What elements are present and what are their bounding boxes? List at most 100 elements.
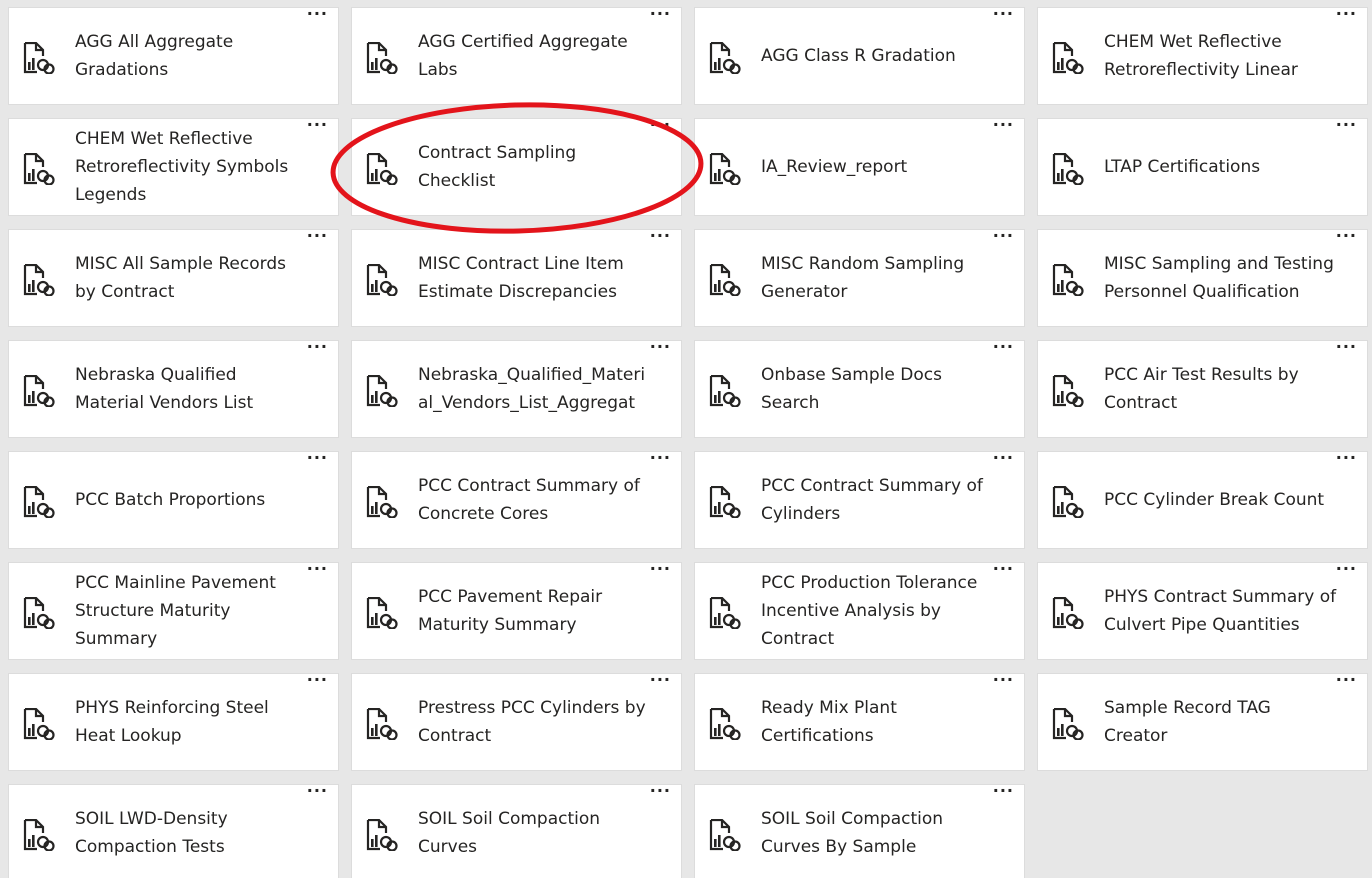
report-document-icon bbox=[23, 486, 57, 518]
report-tile[interactable]: Nebraska_Qualified_Materi al_Vendors_Lis… bbox=[351, 340, 682, 438]
report-tile[interactable]: PHYS Reinforcing Steel Heat Lookup ··· bbox=[8, 673, 339, 771]
report-title: PHYS Reinforcing Steel Heat Lookup bbox=[75, 698, 269, 746]
report-title: Ready Mix Plant Certifications bbox=[761, 698, 897, 746]
report-tile[interactable]: Prestress PCC Cylinders by Contract ··· bbox=[351, 673, 682, 771]
report-tile[interactable]: PCC Air Test Results by Contract ··· bbox=[1037, 340, 1368, 438]
report-tile[interactable]: CHEM Wet Reflective Retroreflectivity Li… bbox=[1037, 7, 1368, 105]
report-document-icon bbox=[366, 375, 400, 407]
report-title: PCC Production Tolerance Incentive Analy… bbox=[761, 573, 978, 649]
more-options-button[interactable]: ··· bbox=[993, 341, 1014, 359]
report-document-icon bbox=[366, 264, 400, 296]
more-options-button[interactable]: ··· bbox=[1336, 119, 1357, 137]
report-document-icon bbox=[709, 42, 743, 74]
report-document-icon bbox=[709, 597, 743, 629]
more-options-button[interactable]: ··· bbox=[307, 119, 328, 137]
more-options-button[interactable]: ··· bbox=[993, 230, 1014, 248]
report-tile[interactable]: MISC All Sample Records by Contract ··· bbox=[8, 229, 339, 327]
more-options-button[interactable]: ··· bbox=[650, 230, 671, 248]
report-title: PCC Contract Summary of Cylinders bbox=[761, 476, 983, 524]
more-options-button[interactable]: ··· bbox=[307, 452, 328, 470]
report-tile[interactable]: MISC Random Sampling Generator ··· bbox=[694, 229, 1025, 327]
more-options-button[interactable]: ··· bbox=[1336, 452, 1357, 470]
report-tile-grid: AGG All Aggregate Gradations ··· AGG Cer… bbox=[0, 0, 1372, 878]
more-options-button[interactable]: ··· bbox=[307, 674, 328, 692]
more-options-button[interactable]: ··· bbox=[1336, 341, 1357, 359]
more-options-button[interactable]: ··· bbox=[993, 674, 1014, 692]
report-document-icon bbox=[23, 819, 57, 851]
report-document-icon bbox=[366, 597, 400, 629]
report-tile[interactable]: SOIL LWD-Density Compaction Tests ··· bbox=[8, 784, 339, 878]
report-document-icon bbox=[1052, 708, 1086, 740]
report-tile[interactable]: PCC Contract Summary of Cylinders ··· bbox=[694, 451, 1025, 549]
report-title: MISC Random Sampling Generator bbox=[761, 254, 965, 302]
report-tile[interactable]: Nebraska Qualified Material Vendors List… bbox=[8, 340, 339, 438]
report-title: PCC Batch Proportions bbox=[75, 490, 266, 510]
more-options-button[interactable]: ··· bbox=[650, 119, 671, 137]
report-document-icon bbox=[709, 708, 743, 740]
report-tile[interactable]: PCC Cylinder Break Count ··· bbox=[1037, 451, 1368, 549]
more-options-button[interactable]: ··· bbox=[993, 119, 1014, 137]
report-tile[interactable]: PCC Pavement Repair Maturity Summary ··· bbox=[351, 562, 682, 660]
more-options-button[interactable]: ··· bbox=[650, 341, 671, 359]
more-options-button[interactable]: ··· bbox=[1336, 8, 1357, 26]
more-options-button[interactable]: ··· bbox=[993, 563, 1014, 581]
report-tile[interactable]: Sample Record TAG Creator ··· bbox=[1037, 673, 1368, 771]
more-options-button[interactable]: ··· bbox=[650, 563, 671, 581]
report-tile[interactable]: PCC Production Tolerance Incentive Analy… bbox=[694, 562, 1025, 660]
more-options-button[interactable]: ··· bbox=[993, 8, 1014, 26]
more-options-button[interactable]: ··· bbox=[1336, 230, 1357, 248]
report-tile[interactable]: AGG Certified Aggregate Labs ··· bbox=[351, 7, 682, 105]
report-tile[interactable]: CHEM Wet Reflective Retroreflectivity Sy… bbox=[8, 118, 339, 216]
report-tile[interactable]: SOIL Soil Compaction Curves By Sample ··… bbox=[694, 784, 1025, 878]
report-title: Nebraska_Qualified_Materi al_Vendors_Lis… bbox=[418, 365, 646, 413]
report-document-icon bbox=[23, 597, 57, 629]
more-options-button[interactable]: ··· bbox=[650, 674, 671, 692]
more-options-button[interactable]: ··· bbox=[650, 785, 671, 803]
report-tile[interactable]: AGG Class R Gradation ··· bbox=[694, 7, 1025, 105]
more-options-button[interactable]: ··· bbox=[650, 452, 671, 470]
more-options-button[interactable]: ··· bbox=[307, 8, 328, 26]
report-title: PCC Pavement Repair Maturity Summary bbox=[418, 587, 603, 635]
report-tile[interactable]: PCC Mainline Pavement Structure Maturity… bbox=[8, 562, 339, 660]
report-title: IA_Review_report bbox=[761, 157, 908, 177]
report-title: CHEM Wet Reflective Retroreflectivity Li… bbox=[1104, 32, 1298, 80]
more-options-button[interactable]: ··· bbox=[1336, 563, 1357, 581]
report-document-icon bbox=[1052, 264, 1086, 296]
report-tile[interactable]: AGG All Aggregate Gradations ··· bbox=[8, 7, 339, 105]
more-options-button[interactable]: ··· bbox=[1336, 674, 1357, 692]
more-options-button[interactable]: ··· bbox=[993, 785, 1014, 803]
more-options-button[interactable]: ··· bbox=[307, 563, 328, 581]
report-document-icon bbox=[709, 819, 743, 851]
report-document-icon bbox=[23, 264, 57, 296]
more-options-button[interactable]: ··· bbox=[307, 785, 328, 803]
more-options-button[interactable]: ··· bbox=[993, 452, 1014, 470]
report-tile[interactable]: IA_Review_report ··· bbox=[694, 118, 1025, 216]
report-tile[interactable]: Onbase Sample Docs Search ··· bbox=[694, 340, 1025, 438]
report-tile[interactable]: PCC Batch Proportions ··· bbox=[8, 451, 339, 549]
more-options-button[interactable]: ··· bbox=[307, 230, 328, 248]
report-title: AGG All Aggregate Gradations bbox=[75, 32, 234, 80]
report-document-icon bbox=[1052, 597, 1086, 629]
report-tile[interactable]: MISC Sampling and Testing Personnel Qual… bbox=[1037, 229, 1368, 327]
report-title: AGG Class R Gradation bbox=[761, 46, 956, 66]
report-document-icon bbox=[1052, 42, 1086, 74]
report-document-icon bbox=[23, 42, 57, 74]
report-tile[interactable]: Contract Sampling Checklist ··· bbox=[351, 118, 682, 216]
report-title: AGG Certified Aggregate Labs bbox=[418, 32, 628, 80]
report-document-icon bbox=[709, 264, 743, 296]
report-document-icon bbox=[709, 486, 743, 518]
more-options-button[interactable]: ··· bbox=[307, 341, 328, 359]
report-title: LTAP Certifications bbox=[1104, 157, 1261, 177]
report-tile[interactable]: PCC Contract Summary of Concrete Cores ·… bbox=[351, 451, 682, 549]
report-tile[interactable]: LTAP Certifications ··· bbox=[1037, 118, 1368, 216]
report-document-icon bbox=[1052, 375, 1086, 407]
report-tile[interactable]: SOIL Soil Compaction Curves ··· bbox=[351, 784, 682, 878]
report-document-icon bbox=[709, 153, 743, 185]
more-options-button[interactable]: ··· bbox=[650, 8, 671, 26]
report-document-icon bbox=[23, 153, 57, 185]
report-title: PCC Cylinder Break Count bbox=[1104, 490, 1325, 510]
report-document-icon bbox=[366, 708, 400, 740]
report-tile[interactable]: Ready Mix Plant Certifications ··· bbox=[694, 673, 1025, 771]
report-tile[interactable]: PHYS Contract Summary of Culvert Pipe Qu… bbox=[1037, 562, 1368, 660]
report-tile[interactable]: MISC Contract Line Item Estimate Discrep… bbox=[351, 229, 682, 327]
